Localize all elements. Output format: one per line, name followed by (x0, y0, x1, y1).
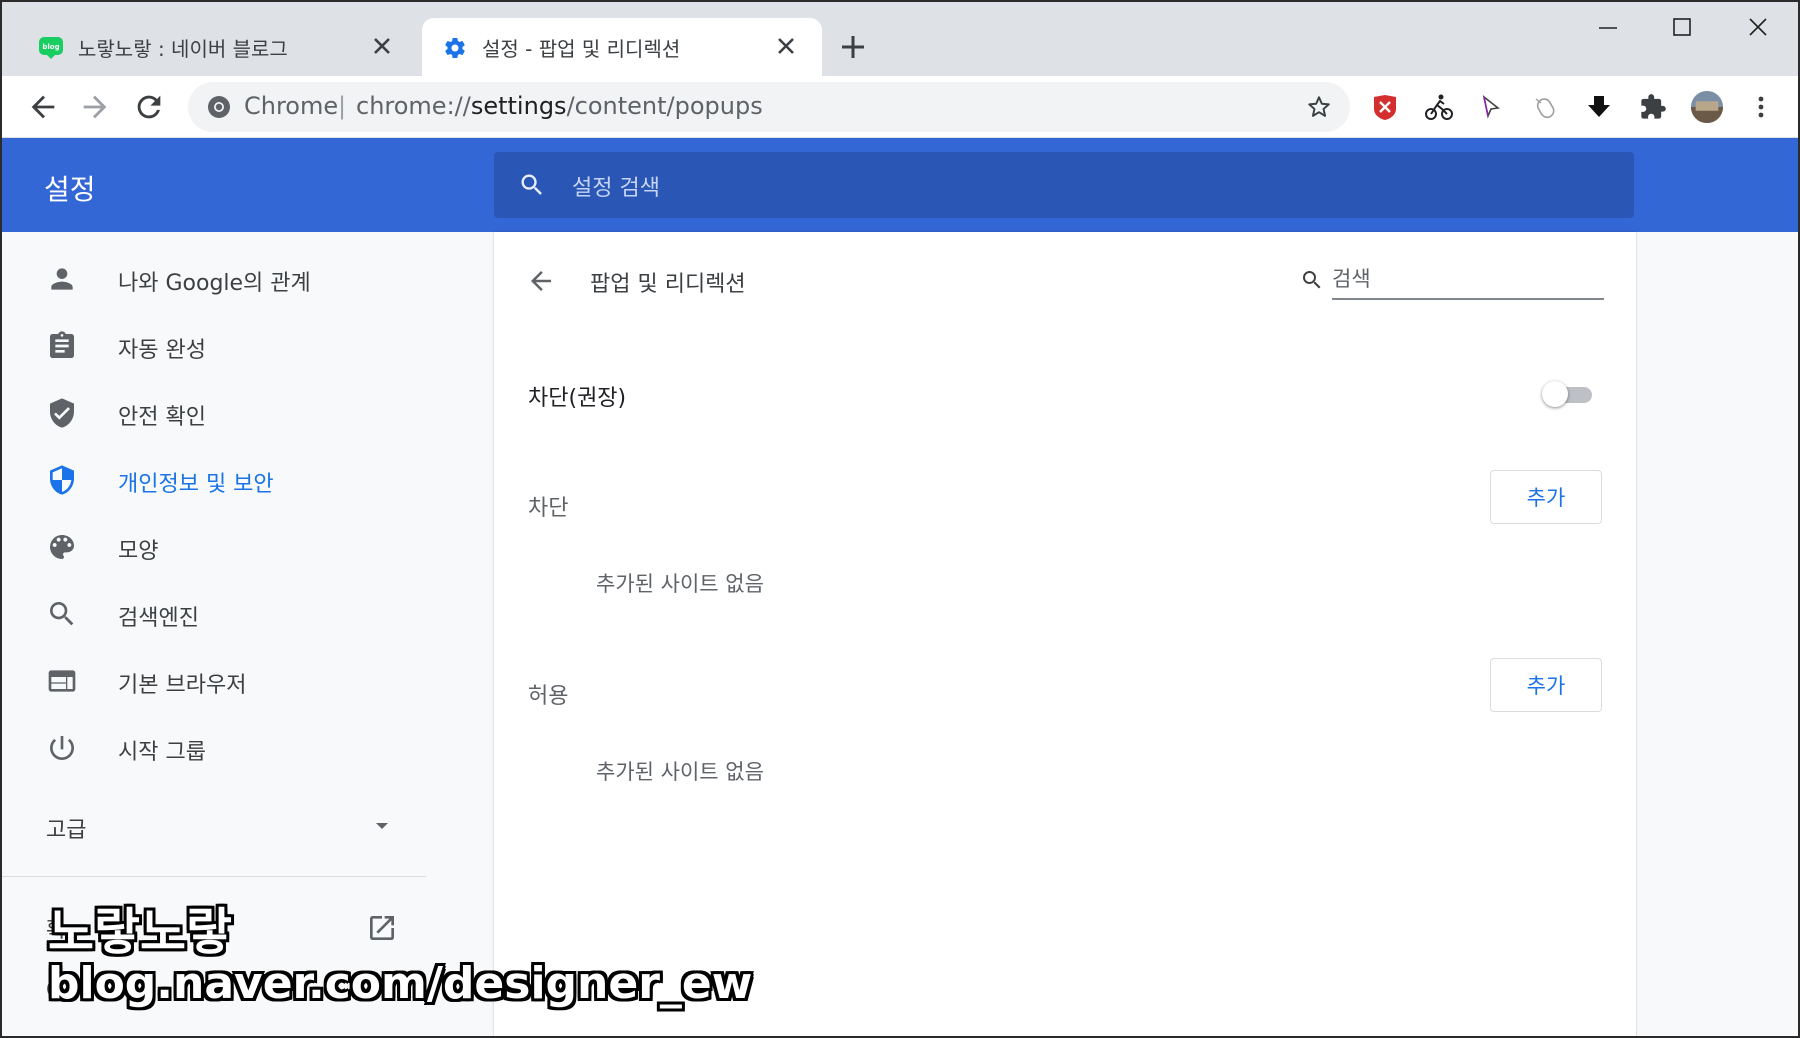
sidebar-item-label: 나와 Google의 관계 (118, 271, 311, 296)
add-allowed-site-button[interactable]: 추가 (1490, 658, 1602, 712)
download-extension-icon[interactable] (1582, 90, 1616, 124)
close-tab-icon[interactable] (370, 34, 394, 58)
sidebar-item-privacy-security[interactable]: 개인정보 및 보안 (2, 450, 492, 510)
puzzle-extensions-icon[interactable] (1636, 90, 1670, 124)
sidebar-item-on-startup[interactable]: 시작 그룹 (2, 718, 492, 778)
clipboard-icon (46, 330, 78, 362)
cursor-extension-icon[interactable] (1474, 90, 1508, 124)
sidebar-item-label: 개인정보 및 보안 (118, 472, 274, 497)
tab-strip: blog 노랗노랗 : 네이버 블로그 설정 - 팝업 및 리디렉션 (2, 2, 1798, 76)
new-tab-plus-icon[interactable] (838, 32, 868, 62)
search-icon (518, 171, 546, 199)
tab-title: 노랗노랗 : 네이버 블로그 (78, 37, 288, 61)
block-popups-toggle[interactable] (1542, 380, 1596, 408)
mouse-extension-icon[interactable] (1528, 90, 1562, 124)
settings-search-input[interactable]: 설정 검색 (494, 152, 1634, 218)
advanced-label[interactable]: 고급 (46, 812, 86, 844)
back-arrow-icon[interactable] (26, 90, 60, 124)
omnibox-separator: | (338, 92, 347, 120)
sidebar-item-default-browser[interactable]: 기본 브라우저 (2, 651, 492, 711)
tab-naver-blog[interactable]: blog 노랗노랗 : 네이버 블로그 (18, 18, 418, 76)
address-bar[interactable]: Chrome | chrome://settings/content/popup… (188, 82, 1350, 132)
sidebar-item-label: 기본 브라우저 (118, 673, 247, 698)
minimize-icon[interactable] (1580, 14, 1636, 48)
shield-check-icon (46, 397, 78, 429)
settings-gear-icon (442, 36, 468, 60)
open-in-new-icon[interactable] (366, 912, 398, 944)
sidebar-item-label: 안전 확인 (118, 405, 206, 430)
cyclist-extension-icon[interactable] (1422, 90, 1456, 124)
tab-settings[interactable]: 설정 - 팝업 및 리디렉션 (422, 18, 822, 76)
close-tab-icon[interactable] (774, 34, 798, 58)
browser-window-icon (46, 665, 78, 697)
block-recommended-label: 차단(권장) (528, 386, 627, 411)
site-label: Chrome (244, 92, 339, 120)
reload-icon[interactable] (132, 90, 166, 124)
blog-favicon-icon: blog (38, 36, 64, 60)
back-arrow-icon[interactable] (526, 266, 556, 296)
add-blocked-site-button[interactable]: 추가 (1490, 470, 1602, 524)
avatar[interactable] (1690, 90, 1724, 124)
maximize-icon[interactable] (1654, 14, 1710, 48)
allowed-section-label: 허용 (528, 684, 569, 709)
power-icon (46, 732, 78, 764)
sidebar-item-label: 모양 (118, 539, 159, 564)
allowed-empty-label: 추가된 사이트 없음 (596, 760, 764, 784)
menu-kebab-icon[interactable] (1744, 90, 1778, 124)
blocked-section-label: 차단 (528, 496, 569, 521)
palette-icon (46, 531, 78, 563)
svg-text:blog: blog (42, 43, 59, 51)
browser-window: blog 노랗노랗 : 네이버 블로그 설정 - 팝업 및 리디렉션 Chrom… (0, 0, 1800, 1038)
page-title: 팝업 및 리디렉션 (590, 272, 746, 297)
sidebar-item-label: 검색엔진 (118, 606, 199, 631)
shield-extension-icon[interactable] (1368, 90, 1402, 124)
forward-arrow-icon[interactable] (78, 90, 112, 124)
settings-title: 설정 (44, 173, 96, 206)
site-search-input[interactable] (1332, 260, 1604, 300)
person-icon (46, 263, 78, 295)
watermark-title: 노랗노랗 (48, 903, 232, 961)
sidebar-item-you-and-google[interactable]: 나와 Google의 관계 (2, 249, 492, 309)
chrome-logo-icon (206, 94, 232, 120)
sidebar-item-appearance[interactable]: 모양 (2, 517, 492, 577)
url-text: chrome://settings/content/popups (356, 92, 763, 120)
shield-privacy-icon (46, 464, 78, 496)
close-window-icon[interactable] (1730, 14, 1786, 48)
sidebar-item-search-engine[interactable]: 검색엔진 (2, 584, 492, 644)
tab-title: 설정 - 팝업 및 리디렉션 (482, 37, 681, 61)
blocked-empty-label: 추가된 사이트 없음 (596, 572, 764, 596)
search-icon (46, 598, 78, 630)
bookmark-star-icon[interactable] (1306, 94, 1332, 120)
search-icon (1300, 268, 1324, 292)
chevron-down-icon[interactable] (372, 818, 392, 832)
sidebar-item-safety-check[interactable]: 안전 확인 (2, 383, 492, 443)
settings-header: 설정 설정 검색 (2, 138, 1798, 232)
browser-toolbar: Chrome | chrome://settings/content/popup… (2, 76, 1798, 138)
sidebar-item-label: 자동 완성 (118, 338, 206, 363)
watermark-url: blog.naver.com/designer_ew (48, 958, 753, 1009)
search-placeholder: 설정 검색 (572, 176, 660, 201)
sidebar-item-label: 시작 그룹 (118, 740, 206, 765)
sidebar-item-autofill[interactable]: 자동 완성 (2, 316, 492, 376)
sidebar-divider (2, 876, 426, 877)
popups-settings-card: 팝업 및 리디렉션 차단(권장) 차단 추가 추가된 사이트 없음 허용 추가 … (494, 232, 1636, 1036)
toggle-knob (1542, 381, 1568, 407)
